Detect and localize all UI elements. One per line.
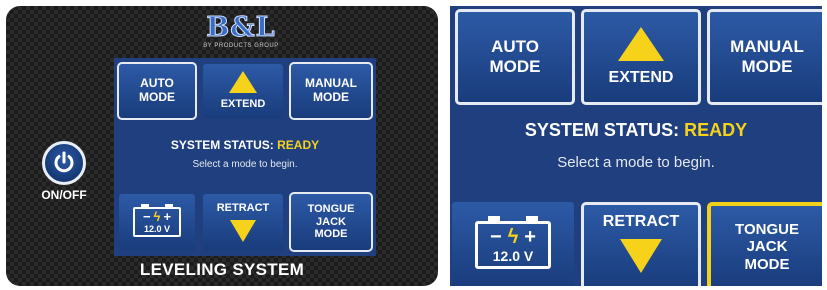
zoom-auto-mode-label-line2: MODE [489,57,541,76]
system-status-value: READY [277,138,320,152]
zoom-bolt-icon: ϟ [507,226,519,248]
tongue-jack-label-line2: JACK [316,215,346,228]
manual-mode-label-line2: MODE [313,90,349,104]
battery-plus: + [163,209,172,224]
extend-label: EXTEND [220,98,266,111]
zoom-arrow-down-icon [620,239,662,274]
zoom-tongue-jack-mode-button[interactable]: TONGUE JACK MODE [707,202,822,286]
battery-voltage: 12.0 V [143,224,171,234]
extend-button[interactable]: EXTEND [201,62,285,120]
status-hint: Select a mode to begin. [192,159,298,170]
zoom-tongue-jack-label-line3: MODE [744,255,790,273]
brand-logo-subtext: BY PRODUCTS GROUP [203,43,279,49]
zoom-system-status-label: SYSTEM STATUS: [524,120,680,140]
zoom-manual-mode-label-line2: MODE [741,57,793,76]
zoom-extend-label: EXTEND [608,68,674,86]
zoom-extend-button[interactable]: EXTEND [581,9,701,105]
zoom-battery-icon: − ϟ + 12.0 V [475,216,551,269]
zoom-battery-indicator: − ϟ + 12.0 V [450,200,576,286]
zoom-battery-plus: + [524,226,536,248]
zoom-auto-mode-label-line1: AUTO [491,37,539,57]
battery-indicator: − ϟ + 12.0 V [117,192,197,252]
control-screen: AUTO MODE EXTEND MANUAL MODE SYSTEM STAT… [114,58,376,256]
zoom-battery-minus: − [490,226,502,248]
auto-mode-label-line1: AUTO [140,76,174,91]
brand-logo: B&L BY PRODUCTS GROUP [195,12,287,54]
power-icon [54,151,74,173]
auto-mode-label-line2: MODE [139,90,175,104]
brand-logo-mark: B&L [206,12,276,43]
power-button[interactable] [42,141,86,185]
zoom-retract-label: RETRACT [602,213,680,230]
tongue-jack-label-line3: MODE [314,228,348,241]
zoom-tongue-jack-label-line1: TONGUE [735,221,799,239]
auto-mode-button[interactable]: AUTO MODE [117,62,197,120]
arrow-down-icon [230,219,256,242]
zoom-tongue-jack-label-line2: JACK [746,238,788,256]
tongue-jack-label-line1: TONGUE [307,203,355,216]
zoom-arrow-up-icon [618,26,664,61]
leveling-system-title: LEVELING SYSTEM [139,260,305,279]
leveling-device: B&L BY PRODUCTS GROUP ON/OFF AUTO MODE E… [6,6,438,286]
arrow-up-icon [229,71,257,94]
zoom-battery-voltage: 12.0 V [492,248,534,264]
zoom-retract-button[interactable]: RETRACT [581,202,701,286]
bolt-icon: ϟ [153,209,161,224]
zoom-system-status-value: READY [684,120,748,140]
zoomed-control-screen: AUTO MODE EXTEND MANUAL MODE SYSTEM STAT… [450,6,822,286]
system-status-label: SYSTEM STATUS: [170,138,274,152]
zoom-system-status: SYSTEM STATUS: READY [450,120,822,141]
retract-button[interactable]: RETRACT [201,192,285,252]
zoom-manual-mode-label-line1: MANUAL [730,37,804,57]
battery-icon: − ϟ + 12.0 V [133,204,181,237]
manual-mode-label-line1: MANUAL [305,76,357,91]
zoom-status-hint: Select a mode to begin. [557,154,715,171]
system-status: SYSTEM STATUS: READY [114,138,376,152]
power-label: ON/OFF [41,188,87,202]
manual-mode-button[interactable]: MANUAL MODE [289,62,373,120]
zoom-manual-mode-button[interactable]: MANUAL MODE [707,9,822,105]
zoom-auto-mode-button[interactable]: AUTO MODE [455,9,575,105]
tongue-jack-mode-button[interactable]: TONGUE JACK MODE [289,192,373,252]
battery-minus: − [142,209,151,224]
retract-label: RETRACT [216,202,270,215]
